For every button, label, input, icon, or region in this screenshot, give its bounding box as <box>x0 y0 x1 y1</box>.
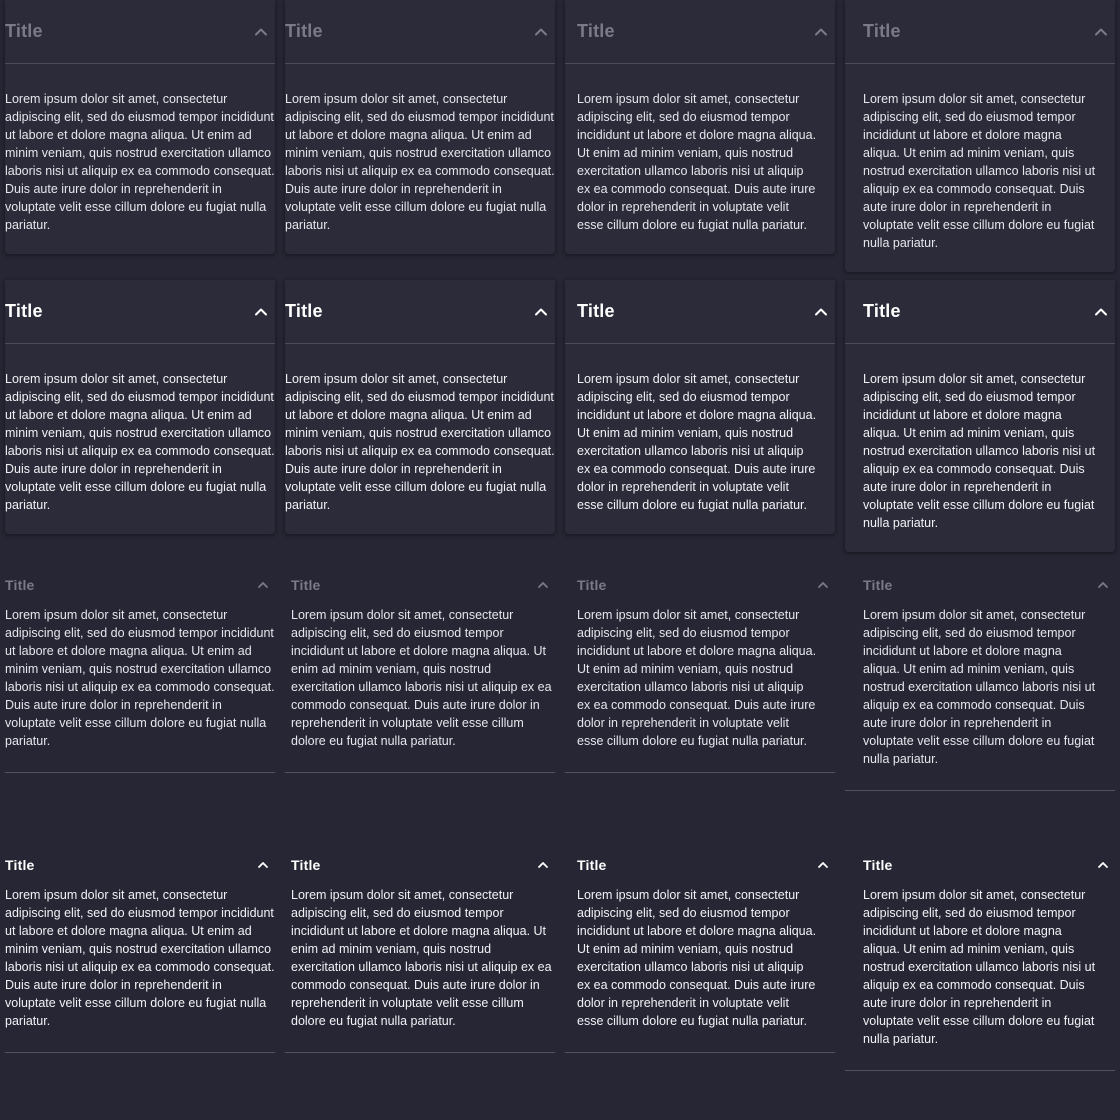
accordion-header[interactable]: Title <box>845 280 1115 344</box>
chevron-up-icon[interactable] <box>255 857 271 873</box>
chevron-up-icon[interactable] <box>813 24 829 40</box>
accordion-title: Title <box>291 857 321 873</box>
accordion-content: Lorem ipsum dolor sit amet, consectetur … <box>863 92 1096 250</box>
accordion-card: Title Lorem ipsum dolor sit amet, consec… <box>5 280 275 534</box>
accordion-flat: Title Lorem ipsum dolor sit amet, consec… <box>565 836 835 1053</box>
accordion-header[interactable]: Title <box>577 568 835 602</box>
accordion-title: Title <box>577 857 607 873</box>
accordion-title: Title <box>285 21 323 41</box>
accordion-card-disabled: Title Lorem ipsum dolor sit amet, consec… <box>285 0 555 254</box>
chevron-up-icon[interactable] <box>533 24 549 40</box>
chevron-up-icon[interactable] <box>533 304 549 320</box>
chevron-up-icon[interactable] <box>535 857 551 873</box>
accordion-card-disabled: Title Lorem ipsum dolor sit amet, consec… <box>845 0 1115 272</box>
accordion-title: Title <box>5 577 35 593</box>
accordion-title: Title <box>863 577 893 593</box>
accordion-title: Title <box>5 21 43 41</box>
accordion-card: Title Lorem ipsum dolor sit amet, consec… <box>845 280 1115 552</box>
accordion-header[interactable]: Title <box>5 848 275 882</box>
accordion-title: Title <box>291 577 321 593</box>
accordion-header[interactable]: Title <box>291 568 555 602</box>
accordion-content: Lorem ipsum dolor sit amet, consectetur … <box>285 372 555 512</box>
accordion-content: Lorem ipsum dolor sit amet, consectetur … <box>291 608 552 748</box>
accordion-flat: Title Lorem ipsum dolor sit amet, consec… <box>5 836 275 1053</box>
accordion-content: Lorem ipsum dolor sit amet, consectetur … <box>5 608 275 748</box>
accordion-title: Title <box>577 301 615 321</box>
accordion-header[interactable]: Title <box>5 0 275 64</box>
accordion-flat-disabled: Title Lorem ipsum dolor sit amet, consec… <box>565 556 835 773</box>
accordion-card-disabled: Title Lorem ipsum dolor sit amet, consec… <box>565 0 835 254</box>
chevron-up-icon[interactable] <box>1095 857 1111 873</box>
accordion-content: Lorem ipsum dolor sit amet, consectetur … <box>577 372 817 512</box>
accordion-flat-disabled: Title Lorem ipsum dolor sit amet, consec… <box>845 556 1115 791</box>
accordion-card: Title Lorem ipsum dolor sit amet, consec… <box>565 280 835 534</box>
accordion-header[interactable]: Title <box>565 280 835 344</box>
accordion-content: Lorem ipsum dolor sit amet, consectetur … <box>863 372 1096 530</box>
accordion-header[interactable]: Title <box>291 848 555 882</box>
accordion-content: Lorem ipsum dolor sit amet, consectetur … <box>285 92 555 232</box>
accordion-card: Title Lorem ipsum dolor sit amet, consec… <box>285 280 555 534</box>
chevron-up-icon[interactable] <box>815 577 831 593</box>
accordion-title: Title <box>5 857 35 873</box>
accordion-flat-disabled: Title Lorem ipsum dolor sit amet, consec… <box>5 556 275 773</box>
accordion-content: Lorem ipsum dolor sit amet, consectetur … <box>577 608 817 748</box>
chevron-up-icon[interactable] <box>815 857 831 873</box>
accordion-content: Lorem ipsum dolor sit amet, consectetur … <box>577 92 817 232</box>
chevron-up-icon[interactable] <box>253 24 269 40</box>
accordion-card-disabled: Title Lorem ipsum dolor sit amet, consec… <box>5 0 275 254</box>
accordion-content: Lorem ipsum dolor sit amet, consectetur … <box>291 888 552 1028</box>
accordion-showcase: Title Lorem ipsum dolor sit amet, consec… <box>0 0 1120 1120</box>
accordion-title: Title <box>863 857 893 873</box>
accordion-header[interactable]: Title <box>577 848 835 882</box>
chevron-up-icon[interactable] <box>813 304 829 320</box>
accordion-title: Title <box>863 21 901 41</box>
accordion-flat: Title Lorem ipsum dolor sit amet, consec… <box>845 836 1115 1071</box>
accordion-header[interactable]: Title <box>863 568 1115 602</box>
accordion-header[interactable]: Title <box>565 0 835 64</box>
accordion-header[interactable]: Title <box>5 568 275 602</box>
accordion-title: Title <box>5 301 43 321</box>
accordion-content: Lorem ipsum dolor sit amet, consectetur … <box>5 92 275 232</box>
accordion-flat: Title Lorem ipsum dolor sit amet, consec… <box>285 836 555 1053</box>
accordion-header[interactable]: Title <box>285 0 555 64</box>
chevron-up-icon[interactable] <box>253 304 269 320</box>
accordion-title: Title <box>577 21 615 41</box>
accordion-title: Title <box>863 301 901 321</box>
accordion-title: Title <box>577 577 607 593</box>
accordion-title: Title <box>285 301 323 321</box>
accordion-header[interactable]: Title <box>845 0 1115 64</box>
accordion-content: Lorem ipsum dolor sit amet, consectetur … <box>5 372 275 512</box>
accordion-header[interactable]: Title <box>5 280 275 344</box>
chevron-up-icon[interactable] <box>1093 304 1109 320</box>
accordion-flat-disabled: Title Lorem ipsum dolor sit amet, consec… <box>285 556 555 773</box>
accordion-header[interactable]: Title <box>863 848 1115 882</box>
chevron-up-icon[interactable] <box>1093 24 1109 40</box>
chevron-up-icon[interactable] <box>255 577 271 593</box>
accordion-content: Lorem ipsum dolor sit amet, consectetur … <box>577 888 817 1028</box>
accordion-content: Lorem ipsum dolor sit amet, consectetur … <box>863 888 1096 1046</box>
accordion-content: Lorem ipsum dolor sit amet, consectetur … <box>5 888 275 1028</box>
accordion-content: Lorem ipsum dolor sit amet, consectetur … <box>863 608 1096 766</box>
accordion-header[interactable]: Title <box>285 280 555 344</box>
chevron-up-icon[interactable] <box>535 577 551 593</box>
chevron-up-icon[interactable] <box>1095 577 1111 593</box>
